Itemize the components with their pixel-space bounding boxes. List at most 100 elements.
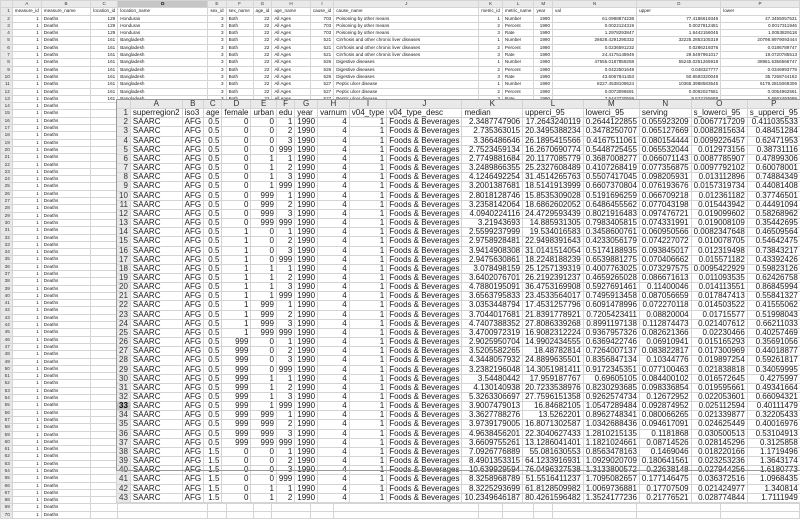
data-cell[interactable]: 0.0027812481 (637, 22, 721, 29)
data-cell[interactable]: 50.6593320048 (637, 73, 721, 80)
data-cell[interactable]: 0.019897254 (691, 356, 747, 365)
data-cell[interactable]: 1990 (295, 310, 318, 319)
row-header[interactable]: 32 (117, 393, 131, 402)
data-cell[interactable]: 0.5 (204, 200, 222, 209)
data-cell[interactable]: 0 (251, 228, 276, 237)
data-cell[interactable] (310, 511, 333, 518)
column-header[interactable]: H (318, 100, 350, 109)
data-cell[interactable] (272, 511, 311, 518)
data-cell[interactable]: 3.54480442 (462, 374, 523, 383)
data-cell[interactable]: 0.5927691461 (583, 283, 639, 292)
data-cell[interactable]: 32225.2853105319 (637, 37, 721, 44)
data-cell[interactable]: Foods & Beverages (387, 145, 462, 154)
data-cell[interactable]: SAARC (130, 383, 182, 392)
data-cell[interactable]: 0.9172345351 (583, 365, 639, 374)
data-cell[interactable]: 4 (318, 466, 350, 475)
data-cell[interactable]: SAARC (130, 457, 182, 466)
data-cell[interactable]: Cirrhosis and other chronic liver diseas… (334, 52, 479, 59)
data-cell[interactable]: 1990 (534, 22, 553, 29)
data-cell[interactable]: 15.8535309028 (523, 191, 584, 200)
data-cell[interactable]: Deaths (41, 219, 90, 226)
data-cell[interactable]: 0.5 (204, 365, 222, 374)
data-cell[interactable]: 2.8018128746 (462, 191, 523, 200)
data-cell[interactable]: 161 (91, 81, 118, 88)
data-cell[interactable]: 4 (318, 319, 350, 328)
data-cell[interactable] (91, 482, 118, 489)
row-header[interactable]: 61 (1, 446, 13, 453)
data-cell[interactable]: 1.7095082657 (583, 475, 639, 484)
column-title-cell[interactable]: cause_id (310, 8, 333, 15)
column-header[interactable]: J (387, 100, 462, 109)
row-header[interactable]: 28 (1, 205, 13, 212)
data-cell[interactable]: 0.077043198 (639, 200, 691, 209)
data-cell[interactable]: 1990 (534, 66, 553, 73)
data-cell[interactable]: 0.0422501649 (553, 66, 637, 73)
data-cell[interactable]: 1990 (295, 209, 318, 218)
data-cell[interactable]: 8.3225293699 (462, 484, 523, 493)
data-cell[interactable]: 1 (12, 241, 41, 248)
data-cell[interactable]: Foods & Beverages (387, 264, 462, 273)
data-cell[interactable]: 1 (12, 351, 41, 358)
data-cell[interactable]: 526 (310, 66, 333, 73)
data-cell[interactable]: 77.4186619346 (637, 15, 721, 22)
column-header[interactable]: A (12, 1, 41, 8)
data-cell[interactable]: 1 (251, 273, 276, 282)
data-cell[interactable]: Foods & Beverages (387, 374, 462, 383)
data-cell[interactable]: AFG (182, 328, 203, 337)
data-cell[interactable]: Deaths (41, 300, 90, 307)
data-cell[interactable] (502, 511, 534, 518)
data-cell[interactable]: 1 (349, 438, 386, 447)
data-cell[interactable]: 0.5 (204, 356, 222, 365)
data-cell[interactable]: 20.7233538976 (523, 383, 584, 392)
data-cell[interactable]: Rate (502, 52, 534, 59)
data-cell[interactable] (91, 190, 118, 197)
data-cell[interactable]: Deaths (41, 292, 90, 299)
data-cell[interactable]: 4 (318, 164, 350, 173)
data-cell[interactable]: 27.8086339268 (523, 319, 584, 328)
data-cell[interactable]: 20.1177085779 (523, 154, 584, 163)
data-cell[interactable]: Peptic ulcer disease (334, 88, 479, 95)
data-cell[interactable]: 4 (318, 246, 350, 255)
data-cell[interactable]: 0.015571182 (691, 255, 747, 264)
data-cell[interactable]: 999 (276, 219, 294, 228)
row-header[interactable]: 45 (1, 329, 13, 336)
data-cell[interactable]: 4.9638456201 (462, 429, 523, 438)
data-cell[interactable]: 1 (349, 411, 386, 420)
data-cell[interactable]: 999 (251, 328, 276, 337)
data-cell[interactable]: 0.32205433 (747, 411, 800, 420)
column-title-cell[interactable]: s_upperci_95 (747, 109, 800, 118)
data-cell[interactable]: 1990 (295, 420, 318, 429)
row-header[interactable]: 3 (1, 22, 13, 29)
data-cell[interactable]: 0 (222, 136, 251, 145)
data-cell[interactable]: 1990 (295, 365, 318, 374)
data-cell[interactable]: 0.0054962561 (721, 88, 800, 95)
data-cell[interactable]: All Ages (272, 59, 311, 66)
data-cell[interactable]: 0.43392426 (747, 255, 800, 264)
data-cell[interactable]: 1 (12, 66, 41, 73)
data-cell[interactable]: Deaths (41, 81, 90, 88)
column-header[interactable]: D (118, 1, 208, 8)
data-cell[interactable]: AFG (182, 438, 203, 447)
data-cell[interactable]: AFG (182, 283, 203, 292)
row-header[interactable]: 27 (117, 347, 131, 356)
column-header[interactable]: F (276, 100, 294, 109)
row-header[interactable]: 43 (1, 314, 13, 321)
data-cell[interactable]: 0.0236591232 (553, 44, 637, 51)
data-cell[interactable]: 1 (12, 190, 41, 197)
data-cell[interactable]: 161 (91, 52, 118, 59)
data-cell[interactable]: 1 (349, 182, 386, 191)
data-cell[interactable]: 13.5262201 (523, 411, 584, 420)
data-cell[interactable]: SAARC (130, 466, 182, 475)
data-cell[interactable] (253, 511, 272, 518)
column-title-cell[interactable]: upper (637, 8, 721, 15)
data-cell[interactable]: SAARC (130, 420, 182, 429)
data-cell[interactable]: Foods & Beverages (387, 466, 462, 475)
data-cell[interactable]: 1 (12, 44, 41, 51)
data-cell[interactable] (91, 504, 118, 511)
data-cell[interactable] (91, 183, 118, 190)
data-cell[interactable]: 1 (251, 292, 276, 301)
data-cell[interactable]: 999 (222, 420, 251, 429)
data-cell[interactable] (91, 161, 118, 168)
data-cell[interactable]: 129 (91, 15, 118, 22)
data-cell[interactable]: 1990 (295, 328, 318, 337)
